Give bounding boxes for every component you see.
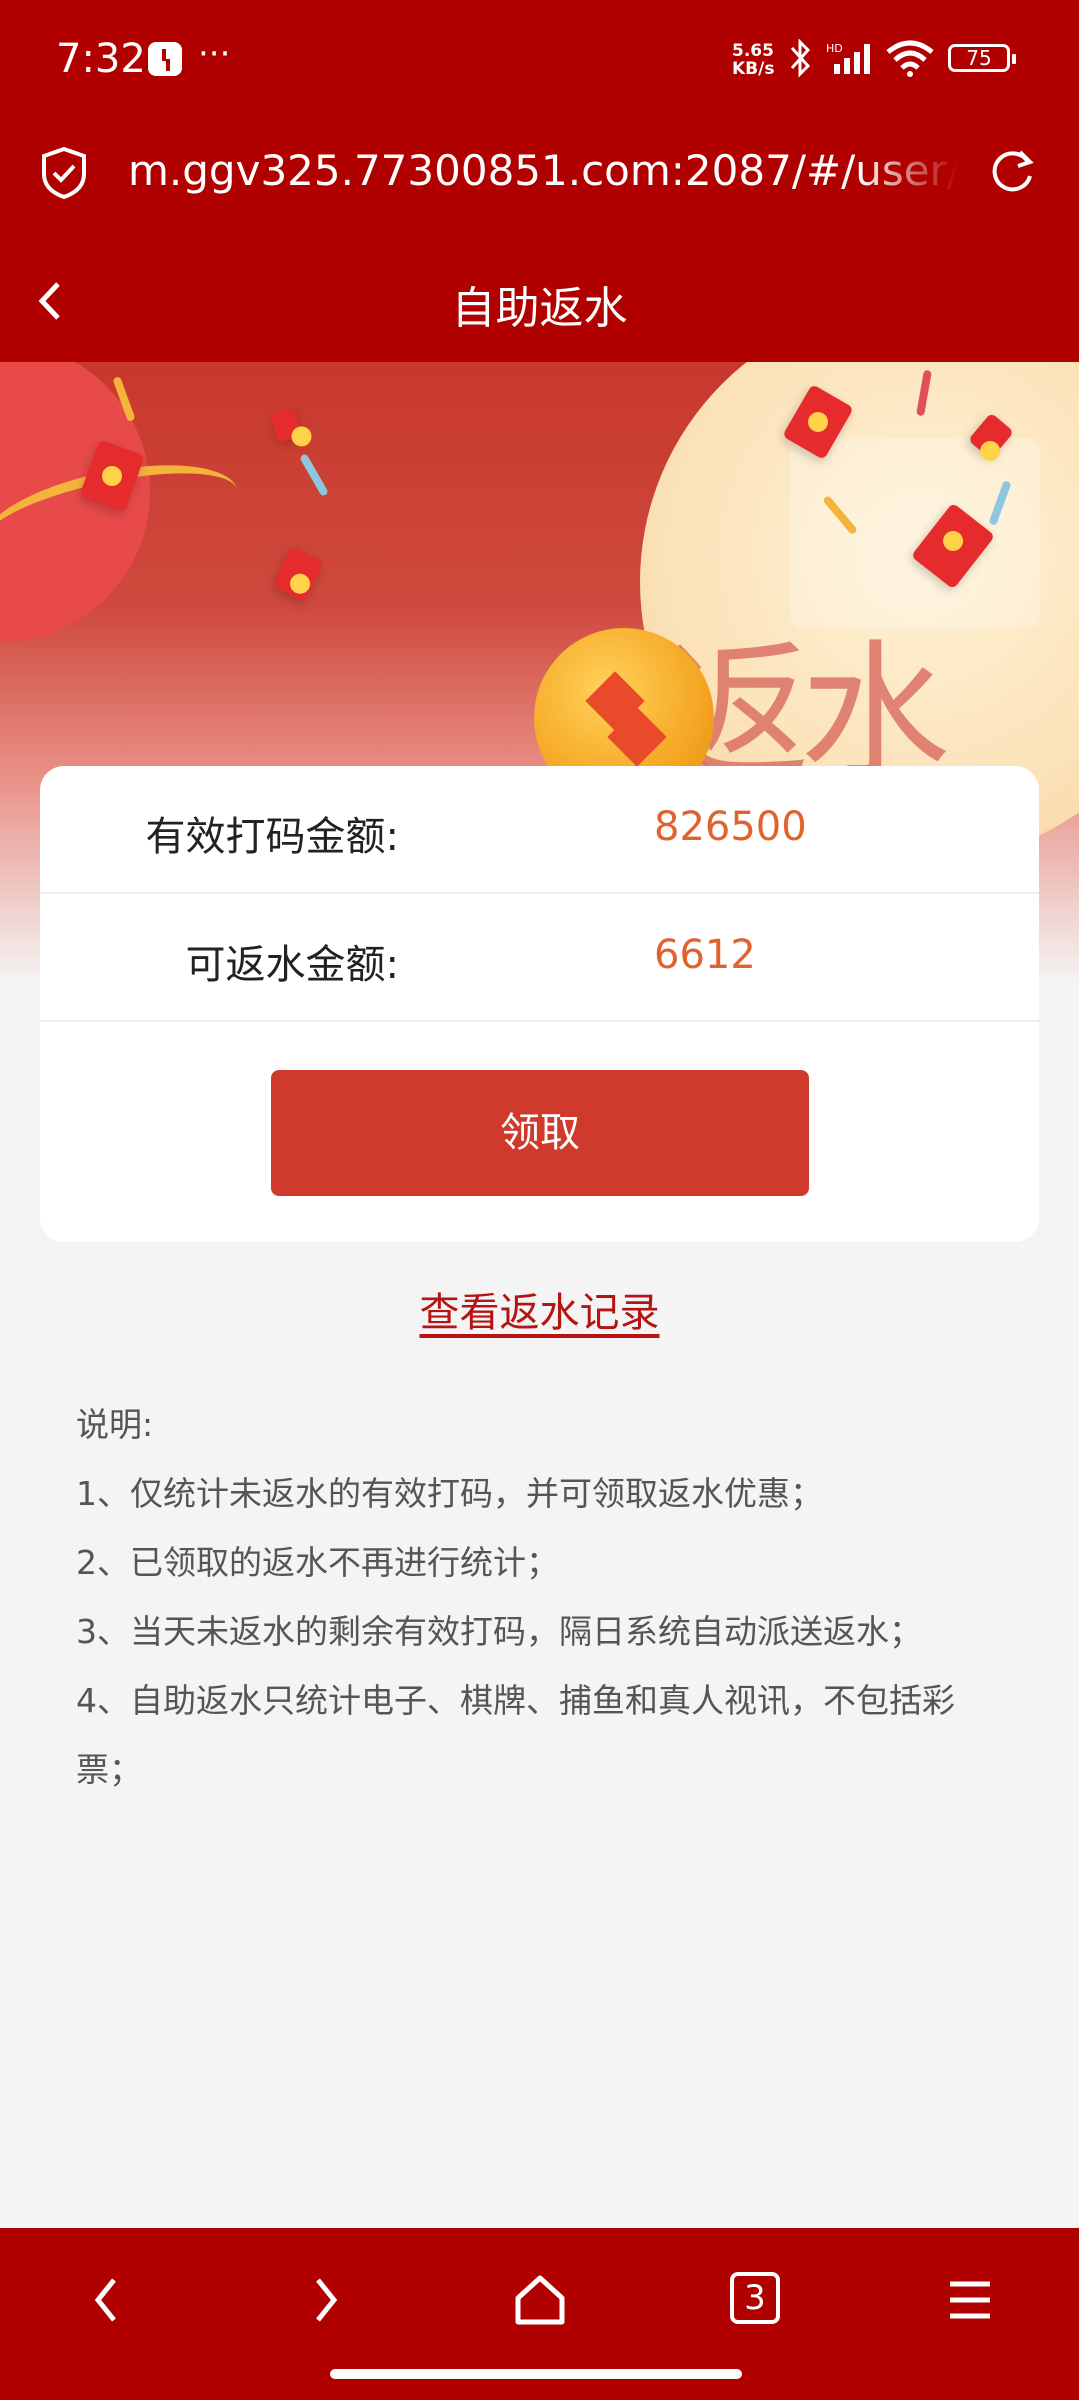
- page-title: 自助返水: [451, 283, 628, 334]
- home-indicator[interactable]: [330, 2369, 742, 2379]
- valid-bet-row: 有效打码金额: 826500: [40, 766, 1039, 894]
- wifi-icon: [886, 40, 934, 77]
- nav-back-icon[interactable]: [78, 2270, 138, 2330]
- alarm-clock-icon: [148, 42, 182, 76]
- bluetooth-icon: [790, 38, 811, 78]
- valid-bet-label: 有效打码金额:: [145, 814, 399, 860]
- rebate-card: 有效打码金额: 826500 可返水金额: 6612 领取: [40, 766, 1039, 1242]
- rebate-record-link[interactable]: 查看返水记录: [0, 1280, 1079, 1338]
- network-speed: 5.65 KB/s: [732, 41, 775, 79]
- note-item: 1、仅统计未返水的有效打码，并可领取返水优惠；: [76, 1474, 823, 1513]
- note-item: 4、自助返水只统计电子、棋牌、捕鱼和真人视讯，不包括彩票；: [76, 1681, 955, 1789]
- svg-text:HD: HD: [826, 42, 843, 55]
- rebate-amount-label: 可返水金额:: [185, 942, 399, 988]
- rebate-amount-value: 6612: [654, 932, 756, 978]
- notes-title: 说明:: [76, 1405, 154, 1444]
- url-field[interactable]: m.ggv325.77300851.com:2087/#/user/fan: [128, 146, 958, 195]
- notes-section: 说明: 1、仅统计未返水的有效打码，并可领取返水优惠； 2、已领取的返水不再进行…: [76, 1390, 1016, 1804]
- status-time: 7:32: [56, 36, 146, 82]
- more-notifications-icon: ···: [198, 34, 231, 74]
- note-item: 2、已领取的返水不再进行统计；: [76, 1543, 559, 1582]
- home-icon[interactable]: [510, 2270, 570, 2330]
- menu-icon[interactable]: [940, 2270, 1000, 2330]
- page-header: 自助返水: [0, 240, 1079, 362]
- valid-bet-value: 826500: [654, 804, 807, 850]
- shield-check-icon[interactable]: [40, 146, 88, 200]
- red-envelope-icon: [270, 407, 302, 443]
- battery-icon: 75: [948, 44, 1016, 72]
- claim-button[interactable]: 领取: [271, 1070, 809, 1196]
- nav-forward-icon[interactable]: [294, 2270, 354, 2330]
- status-bar: 7:32 ··· 5.65 KB/s HD 75: [0, 0, 1079, 120]
- browser-url-bar: m.ggv325.77300851.com:2087/#/user/fan: [0, 120, 1079, 240]
- decor-ribbon: [299, 453, 329, 497]
- note-item: 3、当天未返水的剩余有效打码，隔日系统自动派送返水；: [76, 1612, 922, 1651]
- red-envelope-icon: [272, 546, 324, 602]
- tabs-count-button[interactable]: 3: [730, 2272, 780, 2324]
- signal-icon: HD: [826, 42, 870, 74]
- reload-icon[interactable]: [988, 144, 1038, 198]
- rebate-amount-row: 可返水金额: 6612: [40, 894, 1039, 1022]
